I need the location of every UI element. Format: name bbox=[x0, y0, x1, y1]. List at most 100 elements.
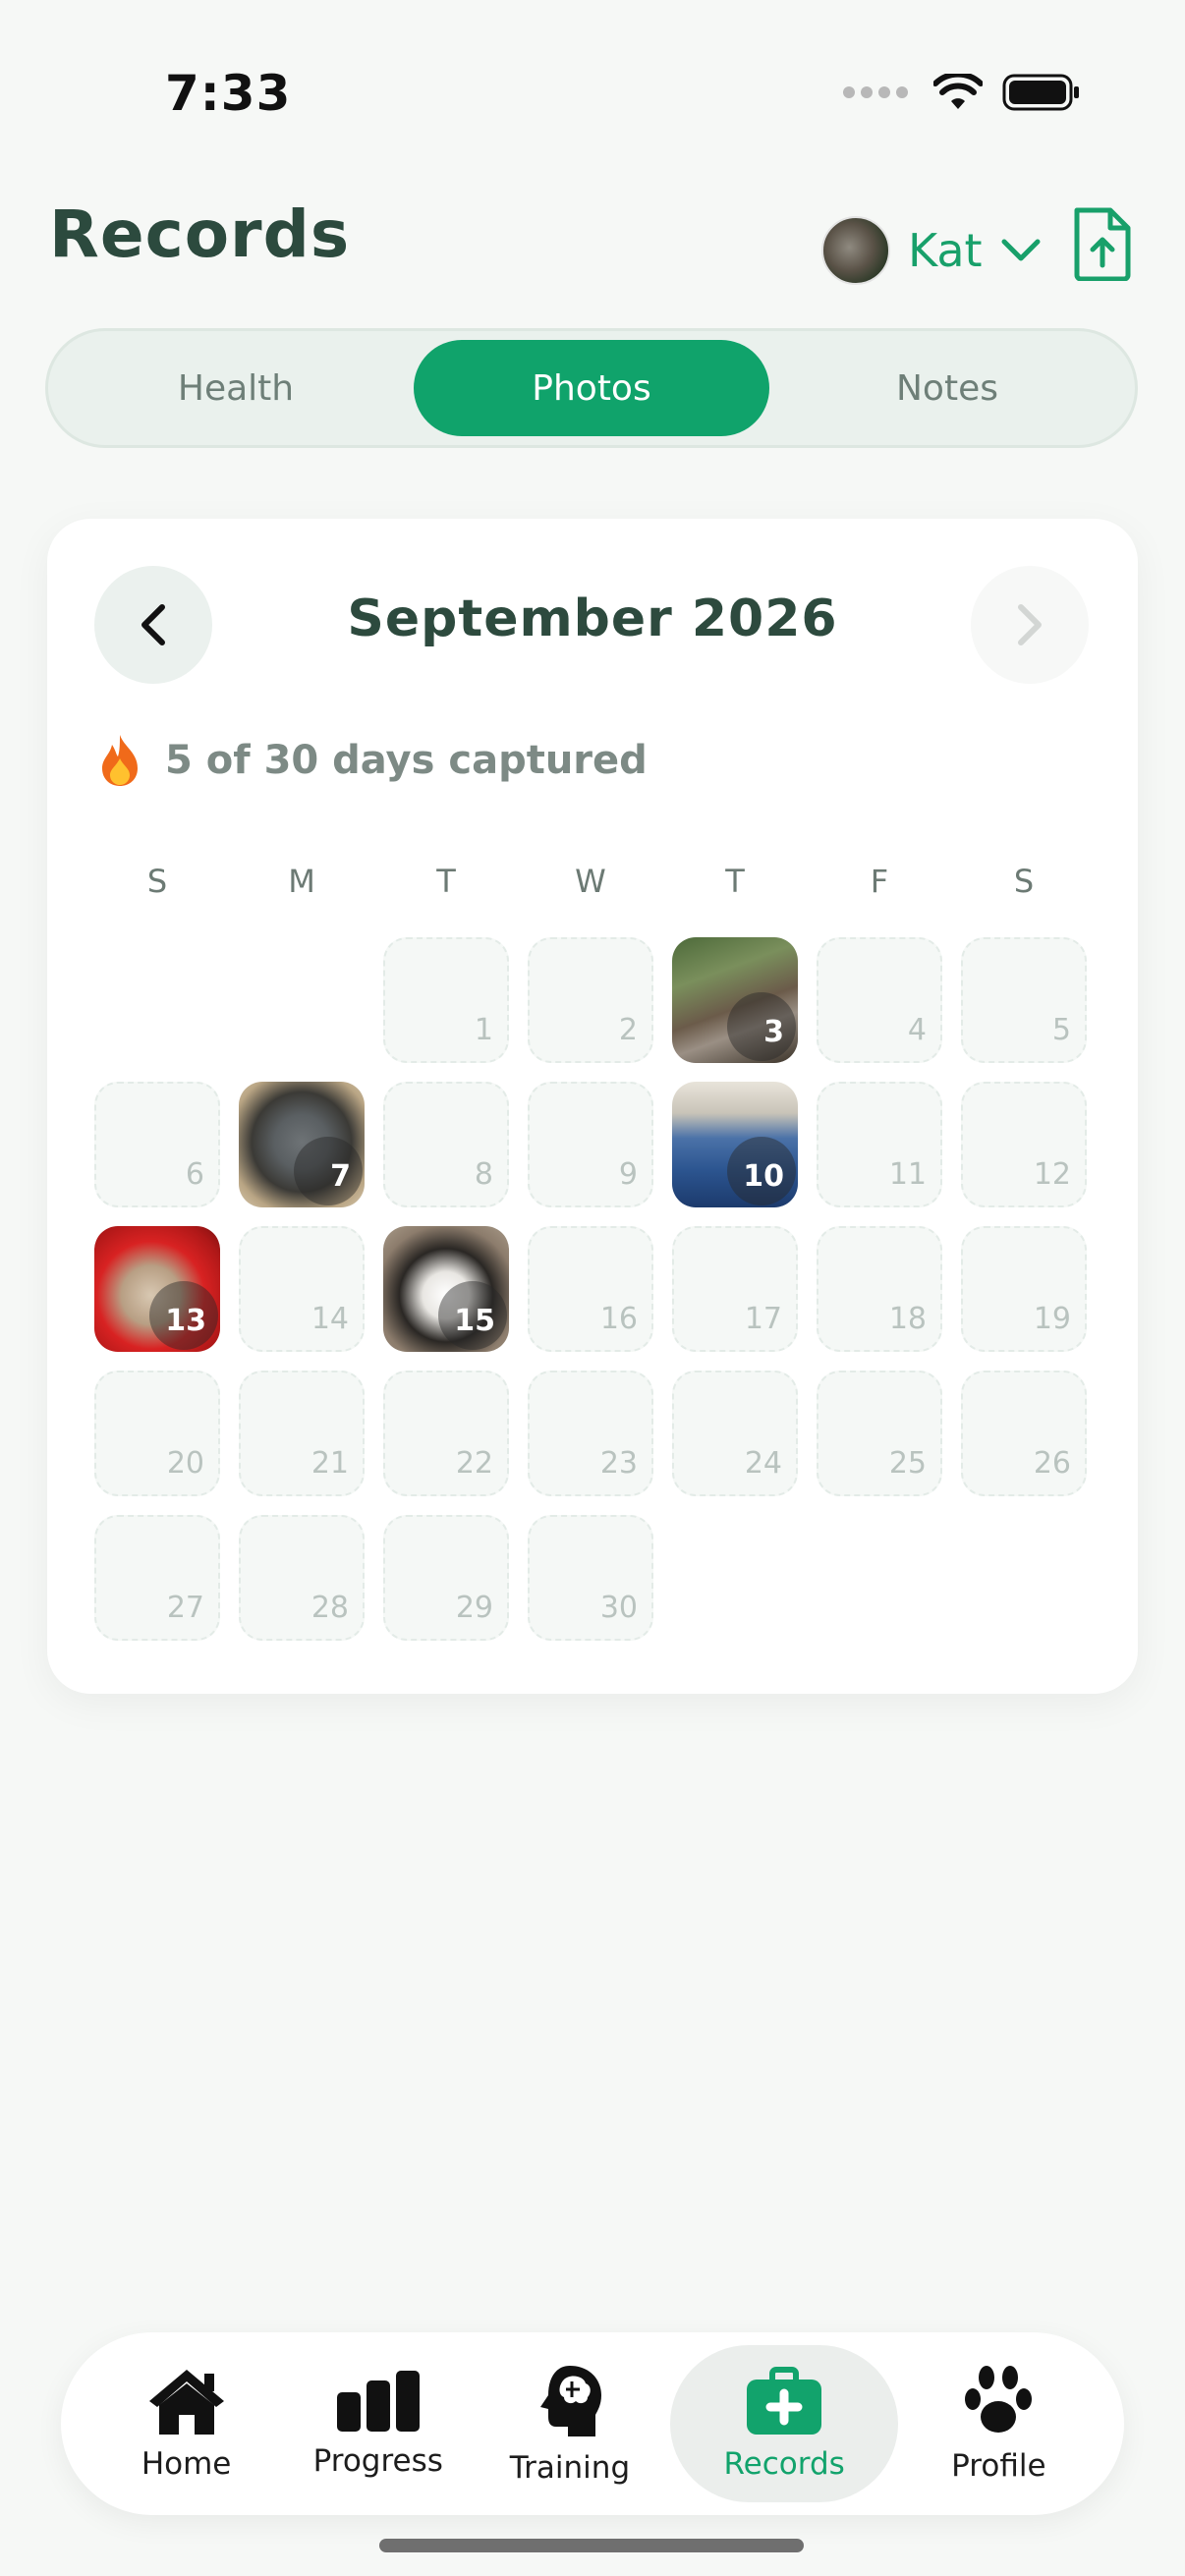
nav-label: Training bbox=[509, 2450, 631, 2486]
calendar-day[interactable]: 23 bbox=[528, 1371, 653, 1496]
day-number: 14 bbox=[310, 1302, 349, 1336]
day-number: 22 bbox=[455, 1446, 493, 1481]
day-number-bubble bbox=[727, 992, 796, 1061]
calendar-day-photo[interactable]: 10 bbox=[672, 1082, 798, 1207]
day-number: 13 bbox=[165, 1304, 206, 1338]
day-number: 12 bbox=[1033, 1157, 1071, 1192]
calendar-day[interactable]: 4 bbox=[817, 937, 942, 1063]
status-time: 7:33 bbox=[165, 65, 292, 122]
nav-label: Records bbox=[723, 2446, 845, 2482]
bottom-tab-bar: Home Progress Training Records Profile bbox=[61, 2332, 1124, 2515]
day-number: 15 bbox=[454, 1304, 495, 1338]
battery-icon bbox=[1002, 74, 1079, 111]
home-indicator bbox=[379, 2539, 804, 2552]
day-number: 28 bbox=[310, 1591, 349, 1625]
day-number: 29 bbox=[455, 1591, 493, 1625]
day-number: 20 bbox=[166, 1446, 204, 1481]
calendar-day[interactable]: 26 bbox=[961, 1371, 1087, 1496]
cellular-signal-icon bbox=[843, 86, 908, 98]
calendar-day[interactable]: 21 bbox=[239, 1371, 365, 1496]
nav-profile[interactable]: Profile bbox=[907, 2345, 1090, 2502]
nav-label: Home bbox=[141, 2446, 232, 2482]
flame-icon bbox=[102, 735, 138, 786]
day-number: 19 bbox=[1033, 1302, 1071, 1336]
calendar-day-photo[interactable]: 15 bbox=[383, 1226, 509, 1352]
day-number: 25 bbox=[888, 1446, 927, 1481]
day-number: 17 bbox=[744, 1302, 782, 1336]
next-month-button[interactable] bbox=[971, 566, 1089, 684]
tab-photos[interactable]: Photos bbox=[414, 340, 769, 436]
calendar-day[interactable]: 6 bbox=[94, 1082, 220, 1207]
day-number: 6 bbox=[185, 1157, 204, 1192]
photo-calendar-card: September 2026 5 of 30 days captured S M… bbox=[47, 519, 1138, 1694]
nav-label: Profile bbox=[951, 2448, 1046, 2484]
day-number: 2 bbox=[618, 1013, 638, 1047]
calendar-day[interactable]: 25 bbox=[817, 1371, 942, 1496]
weekday-label: S bbox=[1013, 863, 1035, 900]
calendar-day[interactable]: 27 bbox=[94, 1515, 220, 1641]
weekday-label: T bbox=[436, 863, 456, 900]
calendar-day[interactable]: 22 bbox=[383, 1371, 509, 1496]
calendar-day[interactable]: 17 bbox=[672, 1226, 798, 1352]
weekday-label: F bbox=[870, 863, 889, 900]
streak-text: 5 of 30 days captured bbox=[165, 738, 648, 783]
nav-training[interactable]: Training bbox=[479, 2345, 661, 2502]
weekday-label: S bbox=[146, 863, 168, 900]
tab-notes[interactable]: Notes bbox=[769, 340, 1125, 436]
day-number: 30 bbox=[599, 1591, 638, 1625]
bar-chart-icon bbox=[336, 2371, 420, 2432]
page-title: Records bbox=[49, 196, 351, 272]
day-number: 7 bbox=[330, 1159, 351, 1194]
day-number-bubble bbox=[294, 1137, 363, 1205]
tab-health[interactable]: Health bbox=[58, 340, 414, 436]
day-number: 24 bbox=[744, 1446, 782, 1481]
nav-records[interactable]: Records bbox=[670, 2345, 899, 2502]
pet-avatar bbox=[821, 216, 890, 285]
calendar-day[interactable]: 2 bbox=[528, 937, 653, 1063]
chevron-down-icon bbox=[1001, 239, 1041, 261]
calendar-day[interactable]: 11 bbox=[817, 1082, 942, 1207]
nav-home[interactable]: Home bbox=[95, 2345, 278, 2502]
weekday-label: W bbox=[575, 863, 606, 900]
calendar-day[interactable]: 12 bbox=[961, 1082, 1087, 1207]
calendar-day[interactable]: 14 bbox=[239, 1226, 365, 1352]
calendar-day[interactable]: 19 bbox=[961, 1226, 1087, 1352]
records-tabs: Health Photos Notes bbox=[45, 328, 1138, 448]
wifi-icon bbox=[933, 74, 983, 109]
calendar-day[interactable]: 20 bbox=[94, 1371, 220, 1496]
medical-kit-icon bbox=[747, 2367, 822, 2435]
paw-icon bbox=[965, 2366, 1033, 2433]
calendar-day-photo[interactable]: 3 bbox=[672, 937, 798, 1063]
day-number: 4 bbox=[907, 1013, 927, 1047]
day-number: 27 bbox=[166, 1591, 204, 1625]
calendar-day[interactable]: 5 bbox=[961, 937, 1087, 1063]
calendar-day-photo[interactable]: 7 bbox=[239, 1082, 365, 1207]
chevron-right-icon bbox=[1018, 604, 1042, 645]
day-number: 16 bbox=[599, 1302, 638, 1336]
day-number: 5 bbox=[1051, 1013, 1071, 1047]
calendar-day[interactable]: 1 bbox=[383, 937, 509, 1063]
day-number: 11 bbox=[888, 1157, 927, 1192]
calendar-day[interactable]: 16 bbox=[528, 1226, 653, 1352]
calendar-day[interactable]: 24 bbox=[672, 1371, 798, 1496]
calendar-day[interactable]: 18 bbox=[817, 1226, 942, 1352]
export-file-icon[interactable] bbox=[1071, 206, 1134, 281]
status-icons bbox=[843, 73, 1081, 112]
day-number: 10 bbox=[743, 1159, 784, 1194]
pet-switcher[interactable]: Kat bbox=[821, 216, 1042, 285]
day-number: 9 bbox=[618, 1157, 638, 1192]
home-icon bbox=[148, 2370, 224, 2435]
calendar-day[interactable]: 8 bbox=[383, 1082, 509, 1207]
calendar-day[interactable]: 9 bbox=[528, 1082, 653, 1207]
streak-row: 5 of 30 days captured bbox=[98, 733, 648, 788]
calendar-day[interactable]: 29 bbox=[383, 1515, 509, 1641]
pet-name: Kat bbox=[908, 224, 983, 277]
day-number: 23 bbox=[599, 1446, 638, 1481]
calendar-grid: 1 2 3 4 5 6 7 8 9 10 11 12 13 14 15 16 1… bbox=[94, 937, 1087, 1641]
nav-progress[interactable]: Progress bbox=[287, 2345, 470, 2502]
day-number: 1 bbox=[474, 1013, 493, 1047]
calendar-day[interactable]: 28 bbox=[239, 1515, 365, 1641]
calendar-day[interactable]: 30 bbox=[528, 1515, 653, 1641]
calendar-blank-cell bbox=[239, 937, 365, 1063]
calendar-day-photo[interactable]: 13 bbox=[94, 1226, 220, 1352]
